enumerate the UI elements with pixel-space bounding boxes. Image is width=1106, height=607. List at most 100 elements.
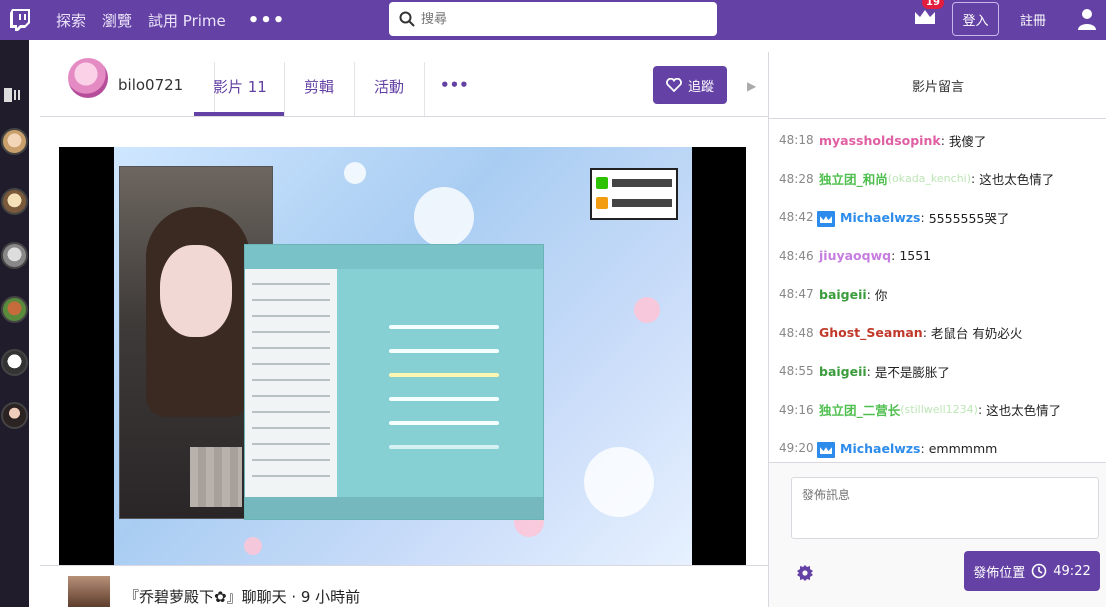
prime-crown-icon[interactable] bbox=[913, 6, 937, 34]
chat-text: 老鼠台 有奶必火 bbox=[930, 326, 1023, 342]
chat-text: 这也太色情了 bbox=[986, 403, 1062, 419]
chat-username[interactable]: baigeii bbox=[819, 364, 867, 379]
chat-colon: : bbox=[977, 402, 983, 418]
chat-timestamp[interactable]: 48:48 bbox=[779, 326, 817, 340]
chat-title: 影片留言 bbox=[769, 52, 1106, 119]
chat-text: 这也太色情了 bbox=[979, 172, 1055, 188]
top-nav: 探索 瀏覽 試用 Prime ••• 19 登入 註冊 bbox=[0, 0, 1106, 40]
chat-text: 你 bbox=[874, 287, 888, 303]
petal bbox=[244, 537, 262, 555]
chat-username[interactable]: myassholdsopink bbox=[819, 133, 941, 148]
petal bbox=[414, 187, 474, 247]
chat-colon: : bbox=[866, 363, 871, 379]
nav-explore[interactable]: 探索 bbox=[56, 10, 86, 31]
clock-icon bbox=[1031, 563, 1047, 579]
chat-text: 1551 bbox=[899, 248, 932, 264]
notification-badge: 19 bbox=[922, 0, 944, 9]
tab-clips[interactable]: 剪輯 bbox=[304, 76, 334, 97]
followed-channel-avatar[interactable] bbox=[1, 296, 28, 323]
tab-divider bbox=[284, 62, 285, 116]
chat-message: 48:46 jiuyaoqwq:1551 bbox=[779, 237, 1099, 276]
search-box bbox=[389, 2, 717, 36]
twitch-logo-icon[interactable] bbox=[0, 0, 40, 40]
webcam-face bbox=[160, 245, 232, 337]
chat-timestamp[interactable]: 48:55 bbox=[779, 364, 817, 378]
chat-message: 48:48 Ghost_Seaman: 老鼠台 有奶必火 bbox=[779, 314, 1099, 353]
rail-toggle-icon[interactable] bbox=[4, 88, 24, 106]
chat-message: 49:16 独立团_二营长 (stillwell1234): 这也太色情了 bbox=[779, 391, 1099, 430]
nav-more-icon[interactable]: ••• bbox=[248, 10, 286, 31]
petal bbox=[634, 297, 660, 323]
followed-channel-avatar[interactable] bbox=[1, 128, 28, 155]
followed-channel-avatar[interactable] bbox=[1, 242, 28, 269]
chat-colon: : bbox=[922, 325, 927, 341]
chat-colon: : bbox=[971, 171, 976, 187]
chat-text: 5555555哭了 bbox=[928, 210, 1010, 226]
followed-channel-avatar[interactable] bbox=[1, 349, 28, 376]
music-playlist bbox=[245, 269, 337, 499]
chat-message: 48:47 baigeii: 你 bbox=[779, 275, 1099, 314]
chat-username-login: (okada_kenchi) bbox=[887, 172, 972, 186]
chat-username[interactable]: baigeii bbox=[819, 287, 867, 302]
petal bbox=[584, 447, 654, 517]
social-qr-box bbox=[590, 168, 678, 220]
register-link[interactable]: 註冊 bbox=[1020, 10, 1046, 29]
chat-text: 我傻了 bbox=[948, 133, 987, 149]
search-icon bbox=[399, 11, 415, 27]
video-player[interactable] bbox=[59, 147, 746, 565]
send-label: 發佈位置 bbox=[973, 565, 1026, 581]
chat-username[interactable]: Ghost_Seaman bbox=[819, 325, 923, 340]
chat-colon: : bbox=[866, 286, 871, 302]
video-frame bbox=[114, 147, 692, 565]
moderator-badge-icon bbox=[817, 442, 835, 459]
login-button[interactable]: 登入 bbox=[952, 2, 999, 36]
chat-timestamp[interactable]: 49:20 bbox=[779, 441, 817, 455]
collapse-arrow-icon[interactable]: ▶ bbox=[747, 79, 756, 93]
chat-username[interactable]: Michaelwzs bbox=[840, 441, 921, 456]
search-input[interactable] bbox=[421, 11, 701, 27]
chat-timestamp[interactable]: 48:47 bbox=[779, 287, 817, 301]
tab-events[interactable]: 活動 bbox=[374, 76, 404, 97]
chat-colon: : bbox=[920, 209, 925, 225]
active-tab-indicator bbox=[194, 112, 284, 116]
chat-timestamp[interactable]: 48:46 bbox=[779, 249, 817, 263]
tab-divider bbox=[354, 62, 355, 116]
followed-channel-avatar[interactable] bbox=[1, 188, 28, 215]
chat-username[interactable]: 独立团_二营长 bbox=[819, 400, 900, 419]
video-thumbnail[interactable] bbox=[68, 576, 110, 607]
music-player-titlebar bbox=[245, 245, 543, 269]
tab-videos[interactable]: 影片 11 bbox=[213, 76, 267, 97]
gear-icon[interactable] bbox=[796, 564, 814, 586]
chat-timestamp[interactable]: 48:42 bbox=[779, 210, 817, 224]
censor-blur bbox=[190, 447, 242, 507]
tab-divider bbox=[424, 62, 425, 116]
channel-avatar[interactable] bbox=[68, 58, 108, 98]
heart-icon bbox=[666, 78, 682, 92]
nav-browse[interactable]: 瀏覽 bbox=[102, 10, 132, 31]
follow-button[interactable]: 追蹤 bbox=[653, 66, 727, 104]
follow-label: 追蹤 bbox=[687, 79, 714, 95]
chat-username[interactable]: 独立团_和尚 bbox=[819, 169, 888, 188]
followed-channel-avatar[interactable] bbox=[1, 402, 28, 429]
chat-message: 48:42 Michaelwzs:5555555哭了 bbox=[779, 198, 1099, 237]
send-position-button[interactable]: 發佈位置 49:22 bbox=[964, 551, 1100, 591]
chat-username[interactable]: Michaelwzs bbox=[840, 210, 921, 225]
user-icon[interactable] bbox=[1078, 8, 1096, 34]
chat-message: 48:55 baigeii: 是不是膨胀了 bbox=[779, 352, 1099, 391]
chat-timestamp[interactable]: 48:28 bbox=[779, 172, 817, 186]
chat-text: 是不是膨胀了 bbox=[874, 364, 950, 380]
chat-timestamp[interactable]: 48:18 bbox=[779, 133, 817, 147]
tab-more-icon[interactable]: ••• bbox=[440, 76, 469, 94]
chat-messages: 48:18 myassholdsopink: 我傻了 48:28 独立团_和尚 (okad… bbox=[779, 121, 1099, 521]
chat-username-login: (stillwell1234) bbox=[900, 403, 978, 417]
left-rail bbox=[0, 40, 29, 607]
chat-input[interactable] bbox=[791, 477, 1099, 539]
chat-timestamp[interactable]: 49:16 bbox=[779, 403, 817, 417]
chat-colon: : bbox=[891, 248, 896, 264]
chat-username[interactable]: jiuyaoqwq bbox=[819, 248, 891, 263]
music-player-controls bbox=[245, 497, 543, 519]
chat-message: 48:18 myassholdsopink: 我傻了 bbox=[779, 121, 1099, 160]
nav-try-prime[interactable]: 試用 Prime bbox=[148, 10, 226, 31]
video-info-row: 『乔碧萝殿下✿』聊聊天 · 9 小時前 bbox=[40, 565, 768, 607]
channel-name[interactable]: bilo0721 bbox=[118, 76, 183, 94]
